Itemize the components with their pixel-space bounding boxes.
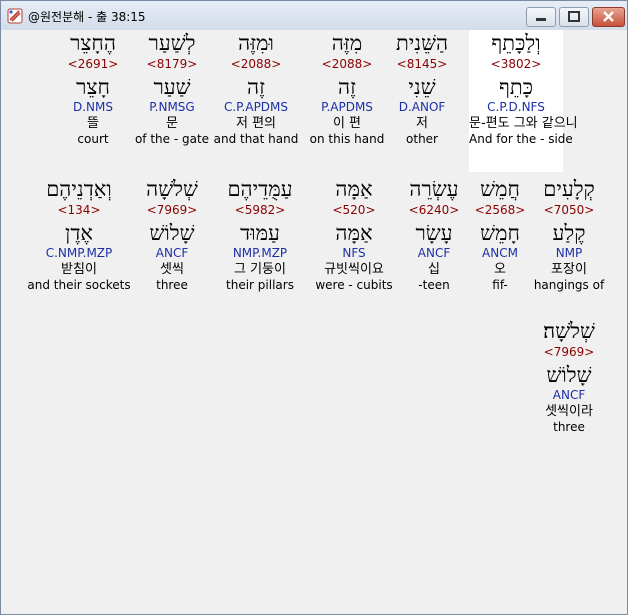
strong-number[interactable]: <5982>: [213, 203, 307, 217]
english-gloss: on this hand: [309, 132, 385, 146]
morphology: D.NMS: [72, 100, 113, 114]
korean-gloss: 그 기둥이: [234, 262, 286, 277]
strong-number[interactable]: <134>: [19, 203, 139, 217]
hebrew-word: עַמֻּדֵיהֶם: [227, 177, 293, 201]
hebrew-word: מִזֶּה: [331, 31, 363, 55]
strong-number[interactable]: <6240>: [387, 203, 481, 217]
lemma: שָׁלוֹשׁ: [546, 363, 592, 387]
english-gloss: and their sockets: [27, 278, 131, 292]
english-gloss: were - cubits: [315, 278, 393, 292]
title-bar[interactable]: @원전분해 - 출 38:15: [1, 1, 627, 30]
english-gloss: and that hand: [213, 132, 299, 146]
korean-gloss: 셋씩이라: [545, 404, 593, 419]
lemma: שָׁלוֹשׁ: [149, 221, 195, 245]
korean-gloss: 저 편의: [235, 116, 276, 131]
english-gloss: court: [77, 132, 109, 146]
morphology: NMP.MZP: [232, 246, 288, 260]
korean-gloss: 뜰: [87, 116, 99, 131]
korean-gloss: 셋씩: [160, 262, 184, 277]
lemma: כָּתֵף: [499, 75, 533, 99]
word-cell[interactable]: אַמָּה <520> אַמָּה NFS 규빗씩이요 were - cub…: [307, 176, 401, 293]
word-cell[interactable]: וְאַדְנֵיהֶם <134> אֶדֶן C.NMP.MZP 받침이 a…: [19, 176, 139, 293]
strong-number[interactable]: <2088>: [209, 57, 303, 71]
lemma: עָשָׂר: [415, 221, 453, 245]
morphology: NFS: [342, 246, 366, 260]
english-gloss: three: [156, 278, 188, 292]
english-gloss: -teen: [418, 278, 450, 292]
morphology: C.NMP.MZP: [45, 246, 113, 260]
word-cell[interactable]: שְׁלֹשָׁה׃ <7969> שָׁלוֹשׁ ANCF 셋씩이라 thr…: [522, 318, 616, 435]
strong-number[interactable]: <3802>: [469, 57, 563, 71]
morphology: ANCF: [155, 246, 189, 260]
morphology: C.P.APDMS: [223, 100, 289, 114]
strong-number[interactable]: <520>: [307, 203, 401, 217]
hebrew-word: שְׁלֹשָׁה: [146, 177, 198, 201]
korean-gloss: 규빗씩이요: [324, 262, 384, 277]
word-cell[interactable]: עֶשְׂרֵה <6240> עָשָׂר ANCF 십 -teen: [387, 176, 481, 293]
morphology: P.APDMS: [321, 100, 373, 114]
lemma: אַמָּה: [335, 221, 373, 245]
app-window: @원전분해 - 출 38:15 וְלַכָּתֵף <3802> כָּתֵף…: [0, 0, 628, 615]
english-gloss: three: [553, 420, 585, 434]
minimize-button[interactable]: [526, 7, 556, 27]
close-icon: [603, 11, 614, 22]
lemma: אֶדֶן: [64, 221, 94, 245]
korean-gloss: 이 편: [332, 116, 362, 131]
strong-number[interactable]: <7969>: [125, 203, 219, 217]
word-cell[interactable]: שְׁלֹשָׁה <7969> שָׁלוֹשׁ ANCF 셋씩 three: [125, 176, 219, 293]
hebrew-word: וּמִזֶּה: [238, 31, 274, 55]
hebrew-word: אַמָּה: [335, 177, 373, 201]
word-cell[interactable]: מִזֶּה <2088> זֶה P.APDMS 이 편 on this ha…: [300, 30, 394, 147]
word-cell[interactable]: וּמִזֶּה <2088> זֶה C.P.APDMS 저 편의 and t…: [209, 30, 303, 147]
hebrew-word: וְלַכָּתֵף: [491, 31, 541, 55]
word-cell[interactable]: וְלַכָּתֵף <3802> כָּתֵף C.P.D.NFS 문-편도 …: [469, 30, 578, 172]
morphology: ANCF: [552, 388, 586, 402]
korean-gloss: 받침이: [61, 262, 97, 277]
word-cell[interactable]: הֶחָצֵר <2691> חָצֵר D.NMS 뜰 court: [46, 30, 140, 147]
lemma: זֶה: [338, 75, 356, 99]
maximize-button[interactable]: [559, 7, 589, 27]
strong-number[interactable]: <2088>: [300, 57, 394, 71]
lemma: עַמּוּד: [240, 221, 280, 245]
english-gloss: And for the - side: [469, 132, 573, 146]
strong-number[interactable]: <7969>: [522, 345, 616, 359]
english-gloss: their pillars: [226, 278, 294, 292]
hebrew-word: הֶחָצֵר: [70, 31, 116, 55]
window-title: @원전분해 - 출 38:15: [28, 10, 146, 24]
strong-number[interactable]: <2691>: [46, 57, 140, 71]
korean-gloss: 문-편도 그와 같으니: [469, 116, 578, 131]
minimize-icon: [536, 18, 546, 21]
close-button[interactable]: [592, 7, 625, 27]
app-icon[interactable]: [7, 8, 23, 24]
hebrew-word: שְׁלֹשָׁה׃: [543, 319, 595, 343]
interlinear-panel: וְלַכָּתֵף <3802> כָּתֵף C.P.D.NFS 문-편도 …: [4, 30, 624, 611]
korean-gloss: 십: [428, 262, 440, 277]
word-cell[interactable]: עַמֻּדֵיהֶם <5982> עַמּוּד NMP.MZP 그 기둥이…: [213, 176, 307, 293]
lemma: חָצֵר: [76, 75, 110, 99]
morphology: ANCF: [417, 246, 451, 260]
hebrew-word: וְאַדְנֵיהֶם: [46, 177, 112, 201]
lemma: זֶה: [247, 75, 265, 99]
morphology: C.P.D.NFS: [487, 100, 545, 114]
hebrew-word: עֶשְׂרֵה: [409, 177, 459, 201]
maximize-icon: [568, 11, 580, 22]
